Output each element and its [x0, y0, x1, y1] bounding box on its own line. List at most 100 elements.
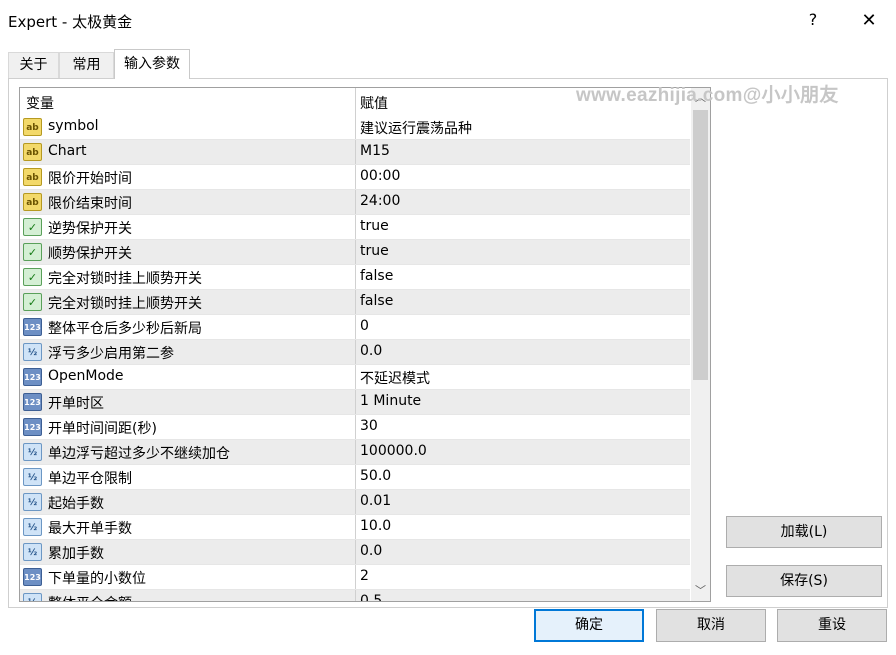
watermark: www.eazhijia.com@小小朋友: [576, 85, 839, 106]
parameter-value[interactable]: 0.5: [360, 593, 382, 601]
table-row[interactable]: 123 下单量的小数位 2: [20, 565, 690, 590]
parameter-value[interactable]: false: [360, 268, 393, 284]
parameter-name: 下单量的小数位: [48, 571, 146, 587]
grid-rows: ab symbol 建议运行震荡品种 ab Chart M15 ab 限价开始时间 00:00 a…: [20, 115, 690, 601]
parameter-name: 开单时间间距(秒): [48, 421, 157, 437]
load-button[interactable]: 加载(L): [726, 516, 882, 548]
reset-button[interactable]: 重设: [777, 609, 887, 642]
parameters-grid[interactable]: 变量 赋值 ab symbol 建议运行震荡品种 ab Chart M15 ab 限价开始时间…: [19, 87, 711, 602]
table-row[interactable]: ✓ 完全对锁时挂上顺势开关 false: [20, 265, 690, 290]
integer-type-icon: 123: [23, 418, 42, 436]
parameter-value[interactable]: 0.01: [360, 493, 391, 509]
parameter-value[interactable]: true: [360, 218, 389, 234]
cell-separator: [355, 490, 356, 514]
cell-separator: [355, 340, 356, 364]
cancel-button[interactable]: 取消: [656, 609, 766, 642]
string-type-icon: ab: [23, 193, 42, 211]
parameter-value[interactable]: 10.0: [360, 518, 391, 534]
parameter-value[interactable]: 50.0: [360, 468, 391, 484]
parameter-name: 最大开单手数: [48, 521, 132, 537]
save-button[interactable]: 保存(S): [726, 565, 882, 597]
table-row[interactable]: ✓ 逆势保护开关 true: [20, 215, 690, 240]
table-row[interactable]: ½ 起始手数 0.01: [20, 490, 690, 515]
parameter-name: 单边平仓限制: [48, 471, 132, 487]
bool-type-icon: ✓: [23, 268, 42, 286]
vertical-scrollbar[interactable]: ︿ ﹀: [691, 88, 710, 601]
parameter-name: 逆势保护开关: [48, 221, 132, 237]
parameter-value[interactable]: 0.0: [360, 343, 382, 359]
table-row[interactable]: 123 开单时间间距(秒) 30: [20, 415, 690, 440]
parameter-name: 开单时区: [48, 396, 104, 412]
column-header-value[interactable]: 赋值: [360, 93, 388, 113]
parameter-value[interactable]: 1 Minute: [360, 393, 421, 409]
ok-button[interactable]: 确定: [534, 609, 644, 642]
table-row[interactable]: ½ 单边平仓限制 50.0: [20, 465, 690, 490]
parameter-value[interactable]: 100000.0: [360, 443, 427, 459]
table-row[interactable]: 123 整体平仓后多少秒后新局 0: [20, 315, 690, 340]
parameter-name: 顺势保护开关: [48, 246, 132, 262]
table-row[interactable]: ½ 累加手数 0.0: [20, 540, 690, 565]
parameter-name: 累加手数: [48, 546, 104, 562]
tab-about[interactable]: 关于: [8, 52, 59, 78]
table-row[interactable]: 123 开单时区 1 Minute: [20, 390, 690, 415]
table-row[interactable]: ab Chart M15: [20, 140, 690, 165]
cell-separator: [355, 590, 356, 601]
table-row[interactable]: 123 OpenMode 不延迟模式: [20, 365, 690, 390]
scroll-down-icon[interactable]: ﹀: [691, 581, 710, 601]
double-type-icon: ½: [23, 543, 42, 561]
table-row[interactable]: ½ 单边浮亏超过多少不继续加仓 100000.0: [20, 440, 690, 465]
parameter-name: symbol: [48, 118, 99, 134]
parameter-value[interactable]: false: [360, 293, 393, 309]
parameter-name: 完全对锁时挂上顺势开关: [48, 296, 202, 312]
parameter-name: 整体平仓后多少秒后新局: [48, 321, 202, 337]
parameter-value[interactable]: 建议运行震荡品种: [360, 118, 472, 138]
parameter-value[interactable]: M15: [360, 143, 390, 159]
parameter-value[interactable]: 00:00: [360, 168, 400, 184]
tab-input-parameters[interactable]: 输入参数: [114, 49, 190, 79]
bool-type-icon: ✓: [23, 218, 42, 236]
parameter-value[interactable]: 0.0: [360, 543, 382, 559]
cell-separator: [355, 265, 356, 289]
cell-separator: [355, 515, 356, 539]
double-type-icon: ½: [23, 468, 42, 486]
cell-separator: [355, 415, 356, 439]
parameter-value[interactable]: 24:00: [360, 193, 400, 209]
table-row[interactable]: ab 限价开始时间 00:00: [20, 165, 690, 190]
cell-separator: [355, 565, 356, 589]
table-row[interactable]: ✓ 顺势保护开关 true: [20, 240, 690, 265]
help-button[interactable]: ?: [802, 8, 824, 32]
column-separator[interactable]: [355, 88, 356, 115]
cell-separator: [355, 315, 356, 339]
tab-common[interactable]: 常用: [59, 52, 114, 78]
cell-separator: [355, 465, 356, 489]
column-header-variable[interactable]: 变量: [26, 93, 54, 113]
double-type-icon: ½: [23, 343, 42, 361]
tab-strip: 关于 常用 输入参数: [0, 42, 896, 79]
cell-separator: [355, 540, 356, 564]
cell-separator: [355, 165, 356, 189]
table-row[interactable]: ½ 整体平仓金额 0.5: [20, 590, 690, 601]
parameter-name: 浮亏多少启用第二参: [48, 346, 174, 362]
table-row[interactable]: ½ 浮亏多少启用第二参 0.0: [20, 340, 690, 365]
table-row[interactable]: ab symbol 建议运行震荡品种: [20, 115, 690, 140]
parameter-value[interactable]: 不延迟模式: [360, 368, 430, 388]
table-row[interactable]: ½ 最大开单手数 10.0: [20, 515, 690, 540]
bool-type-icon: ✓: [23, 243, 42, 261]
cell-separator: [355, 215, 356, 239]
cell-separator: [355, 390, 356, 414]
parameter-name: 限价结束时间: [48, 196, 132, 212]
cell-separator: [355, 240, 356, 264]
cell-separator: [355, 190, 356, 214]
parameter-value[interactable]: true: [360, 243, 389, 259]
integer-type-icon: 123: [23, 368, 42, 386]
table-row[interactable]: ✓ 完全对锁时挂上顺势开关 false: [20, 290, 690, 315]
parameter-name: 单边浮亏超过多少不继续加仓: [48, 446, 230, 462]
scroll-thumb[interactable]: [693, 110, 708, 380]
close-icon[interactable]: ✕: [856, 8, 882, 34]
double-type-icon: ½: [23, 443, 42, 461]
parameter-name: 起始手数: [48, 496, 104, 512]
parameter-value[interactable]: 30: [360, 418, 378, 434]
table-row[interactable]: ab 限价结束时间 24:00: [20, 190, 690, 215]
parameter-value[interactable]: 2: [360, 568, 369, 584]
parameter-value[interactable]: 0: [360, 318, 369, 334]
